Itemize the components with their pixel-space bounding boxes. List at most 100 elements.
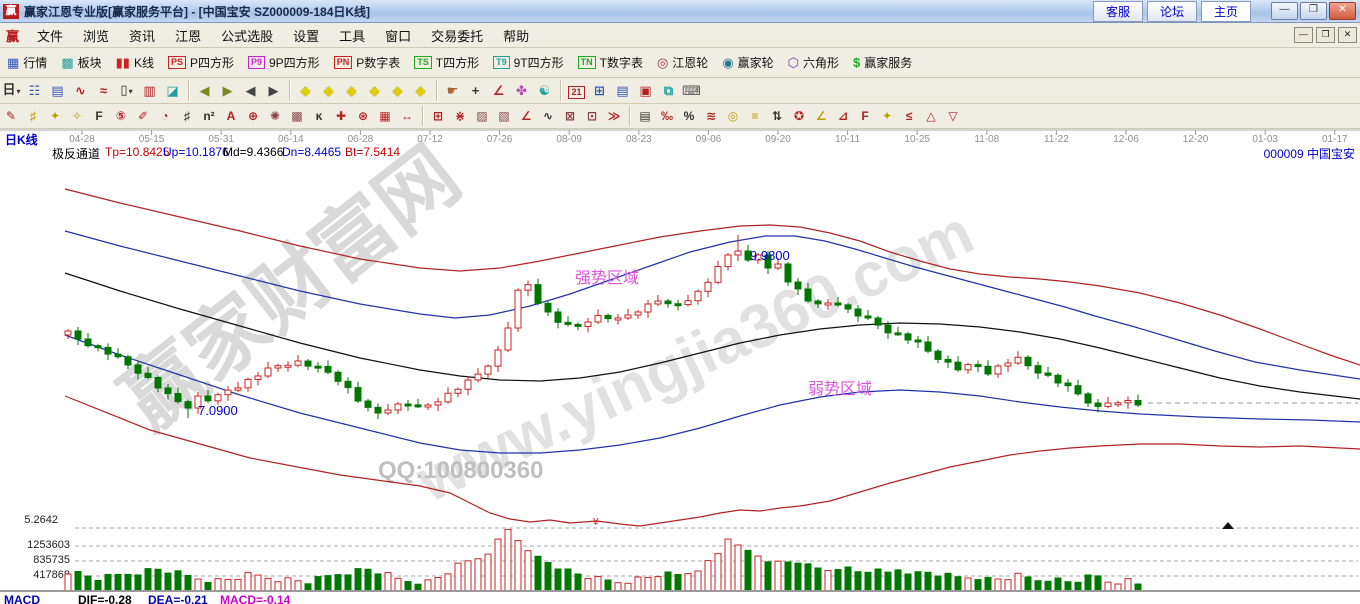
zigzag-chart-icon[interactable]: ☷ bbox=[24, 81, 45, 101]
customer-service-button[interactable]: 客服 bbox=[1093, 1, 1143, 22]
gann-flower-icon[interactable]: ✤ bbox=[511, 81, 532, 101]
diamond-right-icon[interactable]: ◆ bbox=[318, 81, 339, 101]
gann-tool-icon-0-14[interactable]: ĸ bbox=[309, 107, 329, 125]
forum-button[interactable]: 论坛 bbox=[1147, 1, 1197, 22]
diamond-vexpand-icon[interactable]: ◆ bbox=[387, 81, 408, 101]
menu-交易委托[interactable]: 交易委托 bbox=[421, 24, 493, 47]
menu-工具[interactable]: 工具 bbox=[329, 24, 375, 47]
gann-tool-icon-0-3[interactable]: ✧ bbox=[67, 107, 87, 125]
gann-tool-icon-2-14[interactable]: ▽ bbox=[943, 107, 963, 125]
t-square-button[interactable]: TST四方形 bbox=[408, 53, 485, 72]
last-page-icon[interactable]: ▶ bbox=[217, 81, 238, 101]
gann-tool-icon-1-3[interactable]: ▧ bbox=[494, 107, 514, 125]
gann-tool-icon-0-15[interactable]: ✚ bbox=[331, 107, 351, 125]
gann-tool-icon-0-2[interactable]: ✦ bbox=[45, 107, 65, 125]
panel-tab-daily-kline[interactable]: 日K线 bbox=[5, 131, 38, 148]
gann-tool-icon-1-8[interactable]: ≫ bbox=[604, 107, 624, 125]
gann-tool-icon-2-6[interactable]: ⇅ bbox=[767, 107, 787, 125]
gann-tool-icon-1-4[interactable]: ∠ bbox=[516, 107, 536, 125]
t-number-button[interactable]: TNT数字表 bbox=[572, 53, 649, 72]
network-icon[interactable]: ⧉ bbox=[658, 81, 679, 101]
gann-tool-icon-1-1[interactable]: ⋇ bbox=[450, 107, 470, 125]
gann-tool-icon-2-1[interactable]: ‰ bbox=[657, 107, 677, 125]
gann-tool-icon-2-11[interactable]: ✦ bbox=[877, 107, 897, 125]
gann-tool-icon-0-7[interactable]: ◔ bbox=[155, 107, 175, 125]
diamond-vcompress-icon[interactable]: ◆ bbox=[410, 81, 431, 101]
homepage-button[interactable]: 主页 bbox=[1201, 1, 1251, 22]
gann-tool-icon-2-10[interactable]: F bbox=[855, 107, 875, 125]
child-restore-button[interactable]: ❐ bbox=[1316, 27, 1335, 43]
gann-tool-icon-1-0[interactable]: ⊞ bbox=[428, 107, 448, 125]
gann-tool-icon-2-4[interactable]: ◎ bbox=[723, 107, 743, 125]
gann-tool-icon-2-7[interactable]: ✪ bbox=[789, 107, 809, 125]
calculator-icon[interactable]: ⊞ bbox=[589, 81, 610, 101]
gann-tool-icon-0-17[interactable]: ▦ bbox=[375, 107, 395, 125]
gann-wheel-button[interactable]: ◎江恩轮 bbox=[651, 53, 714, 72]
close-button[interactable]: ✕ bbox=[1329, 2, 1356, 20]
p9-square-button[interactable]: P99P四方形 bbox=[242, 53, 326, 72]
quote-list-icon[interactable]: ▤ bbox=[47, 81, 68, 101]
t9-square-button[interactable]: T99T四方形 bbox=[487, 53, 570, 72]
gann-tool-icon-0-4[interactable]: F bbox=[89, 107, 109, 125]
gann-tool-icon-1-7[interactable]: ⊡ bbox=[582, 107, 602, 125]
child-close-button[interactable]: ✕ bbox=[1338, 27, 1357, 43]
smart-analyze-icon[interactable]: ☯ bbox=[534, 81, 555, 101]
gann-tool-icon-0-12[interactable]: ✺ bbox=[265, 107, 285, 125]
menu-江恩[interactable]: 江恩 bbox=[165, 24, 211, 47]
hexagon-button[interactable]: ⬡六角形 bbox=[782, 53, 845, 72]
gann-tool-icon-0-5[interactable]: ⑤ bbox=[111, 107, 131, 125]
gann-tool-icon-2-2[interactable]: % bbox=[679, 107, 699, 125]
memo-icon[interactable]: ▤ bbox=[612, 81, 633, 101]
gann-tool-icon-2-3[interactable]: ≋ bbox=[701, 107, 721, 125]
next-page-icon[interactable]: ▶ bbox=[263, 81, 284, 101]
candle-style-icon[interactable]: ▯▾ bbox=[116, 80, 137, 102]
restore-button[interactable]: ❐ bbox=[1300, 2, 1327, 20]
hand-tool-icon[interactable]: ☛ bbox=[442, 81, 463, 101]
gann-tool-icon-0-16[interactable]: ⊛ bbox=[353, 107, 373, 125]
gann-tool-icon-1-6[interactable]: ⊠ bbox=[560, 107, 580, 125]
menu-资讯[interactable]: 资讯 bbox=[119, 24, 165, 47]
red-kline-icon[interactable]: ▥ bbox=[139, 81, 160, 101]
crosshair-icon[interactable]: + bbox=[465, 81, 486, 101]
sectors-button[interactable]: ▩板块 bbox=[55, 53, 107, 72]
gann-tool-icon-2-9[interactable]: ⊿ bbox=[833, 107, 853, 125]
calendar-icon[interactable]: 21 bbox=[566, 81, 587, 101]
gann-tool-icon-2-5[interactable]: ≡ bbox=[745, 107, 765, 125]
diamond-hexpand-icon[interactable]: ◆ bbox=[341, 81, 362, 101]
p-square-button[interactable]: PSP四方形 bbox=[162, 53, 240, 72]
child-minimize-button[interactable]: — bbox=[1294, 27, 1313, 43]
quotes-button[interactable]: ▦行情 bbox=[1, 53, 53, 72]
angle-tool-icon[interactable]: ∠ bbox=[488, 81, 509, 101]
diamond-left-icon[interactable]: ◆ bbox=[295, 81, 316, 101]
p-number-button[interactable]: PNP数字表 bbox=[328, 53, 407, 72]
winner-wheel-button[interactable]: ◉赢家轮 bbox=[716, 53, 779, 72]
menu-窗口[interactable]: 窗口 bbox=[375, 24, 421, 47]
prev-page-icon[interactable]: ◀ bbox=[240, 81, 261, 101]
gann-tool-icon-0-18[interactable]: ↔ bbox=[397, 107, 417, 125]
gann-tool-icon-0-8[interactable]: ♯ bbox=[177, 107, 197, 125]
wave3-icon[interactable]: ∿ bbox=[70, 81, 91, 101]
save-icon[interactable]: ▣ bbox=[635, 81, 656, 101]
winner-service-button[interactable]: $赢家服务 bbox=[847, 53, 918, 72]
first-page-icon[interactable]: ◀ bbox=[194, 81, 215, 101]
gann-tool-icon-1-2[interactable]: ▨ bbox=[472, 107, 492, 125]
wave9-icon[interactable]: ≈ bbox=[93, 81, 114, 101]
workstation-icon[interactable]: ⌨ bbox=[681, 81, 702, 101]
menu-帮助[interactable]: 帮助 bbox=[493, 24, 539, 47]
gann-tool-icon-0-1[interactable]: ♯ bbox=[23, 107, 43, 125]
gann-tool-icon-2-0[interactable]: ▤ bbox=[635, 107, 655, 125]
gann-tool-icon-1-5[interactable]: ∿ bbox=[538, 107, 558, 125]
menu-浏览[interactable]: 浏览 bbox=[73, 24, 119, 47]
gann-tool-icon-0-10[interactable]: A bbox=[221, 107, 241, 125]
gann-tool-icon-2-12[interactable]: ≤ bbox=[899, 107, 919, 125]
gann-tool-icon-0-13[interactable]: ▩ bbox=[287, 107, 307, 125]
menu-公式选股[interactable]: 公式选股 bbox=[211, 24, 283, 47]
gann-tool-icon-0-0[interactable]: ✎ bbox=[1, 107, 21, 125]
kline-period-icon[interactable]: 日▾ bbox=[1, 80, 22, 102]
kline-chart-canvas[interactable]: 赢家财富网www.yingjia360.comQQ:10080036004-28… bbox=[0, 129, 1360, 593]
minimize-button[interactable]: — bbox=[1271, 2, 1298, 20]
gann-tool-icon-2-13[interactable]: △ bbox=[921, 107, 941, 125]
diamond-hcompress-icon[interactable]: ◆ bbox=[364, 81, 385, 101]
menu-设置[interactable]: 设置 bbox=[283, 24, 329, 47]
gann-tool-icon-0-11[interactable]: ⊕ bbox=[243, 107, 263, 125]
